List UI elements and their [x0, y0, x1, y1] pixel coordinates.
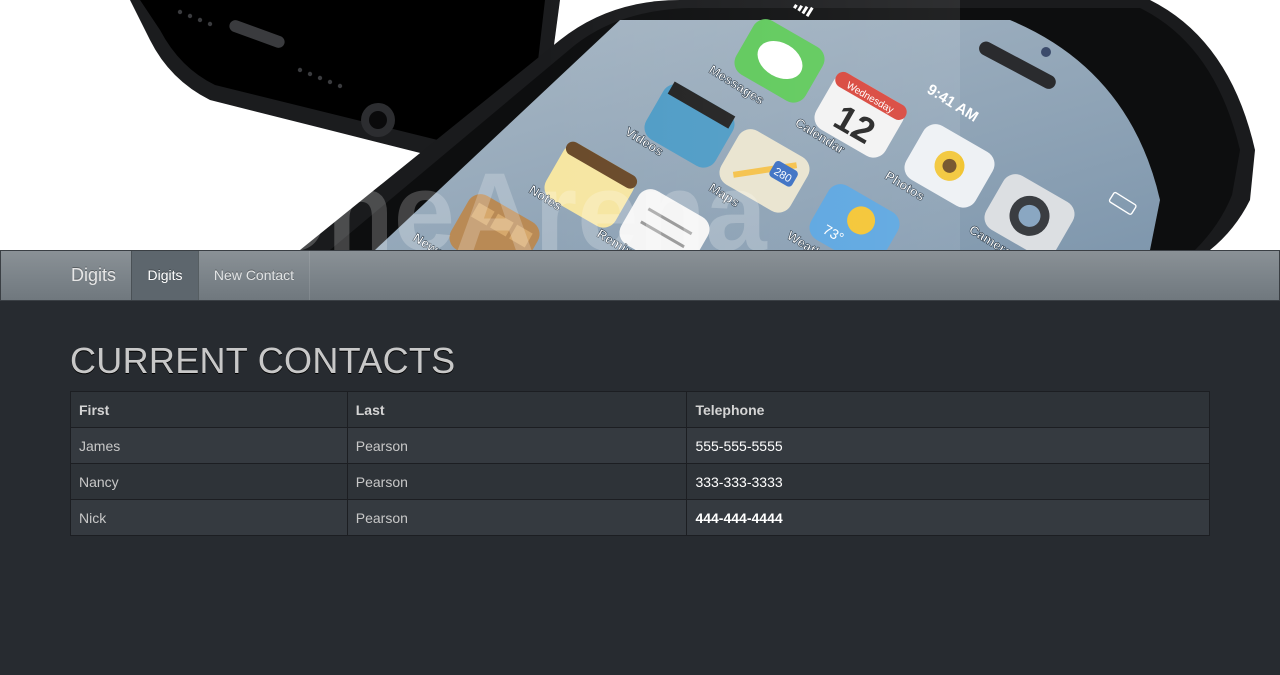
cell-last-name: Pearson: [346, 463, 688, 500]
column-header-last: Last: [346, 391, 688, 428]
cell-telephone: 333-333-3333: [686, 463, 1210, 500]
navbar-brand[interactable]: Digits: [71, 251, 116, 300]
navbar: Digits Digits New Contact: [0, 250, 1280, 301]
table-header-row: First Last Telephone: [70, 391, 1210, 428]
column-header-telephone: Telephone: [686, 391, 1210, 428]
iphone-illustration: Wednesday 12 280 73° Messages Calendar V…: [125, 0, 1255, 250]
cell-first-name: James: [70, 427, 348, 464]
cell-first-name: Nick: [70, 499, 348, 536]
nav-item-digits[interactable]: Digits: [131, 251, 199, 300]
cell-telephone: 555-555-5555: [686, 427, 1210, 464]
cell-last-name: Pearson: [346, 499, 688, 536]
table-row: James Pearson 555-555-5555: [70, 427, 1210, 464]
table-row: Nancy Pearson 333-333-3333: [70, 463, 1210, 500]
contacts-table: First Last Telephone James Pearson 555-5…: [70, 391, 1210, 536]
nav-item-new-contact[interactable]: New Contact: [198, 251, 310, 300]
cell-telephone: 444-444-4444: [686, 499, 1210, 536]
cell-first-name: Nancy: [70, 463, 348, 500]
table-row: Nick Pearson 444-444-4444: [70, 499, 1210, 536]
column-header-first: First: [70, 391, 348, 428]
page-title: CURRENT CONTACTS: [70, 340, 456, 381]
cell-last-name: Pearson: [346, 427, 688, 464]
hero-phone-image: Wednesday 12 280 73° Messages Calendar V…: [0, 0, 1280, 250]
